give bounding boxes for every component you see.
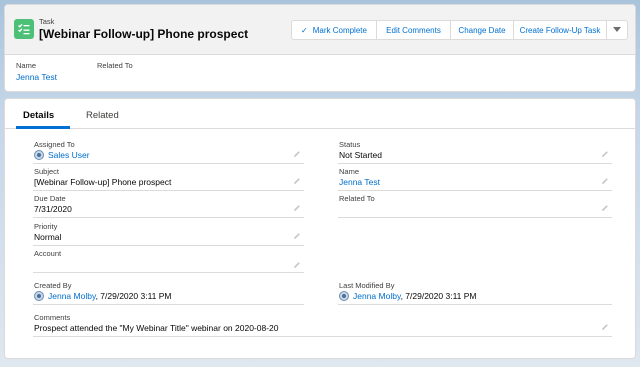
- highlight-name-link[interactable]: Jenna Test: [16, 72, 57, 82]
- field-last-modified-by: Last Modified By Jenna Molby, 7/29/2020 …: [338, 279, 612, 305]
- field-value: Not Started: [339, 150, 382, 160]
- field-value: Prospect attended the "My Webinar Title"…: [34, 323, 279, 333]
- mark-complete-button[interactable]: ✓ Mark Complete: [291, 20, 377, 40]
- field-label: Assigned To: [34, 140, 75, 149]
- field-assigned-to: Assigned To Sales User: [33, 138, 304, 164]
- record-title: [Webinar Follow-up] Phone prospect: [39, 27, 249, 41]
- field-label: Created By: [34, 281, 72, 290]
- field-label: Name: [339, 167, 360, 176]
- field-value: [Webinar Follow-up] Phone prospect: [34, 177, 172, 187]
- field-account: Account: [33, 247, 304, 273]
- edit-pencil-icon[interactable]: [293, 177, 301, 185]
- action-button-group: ✓ Mark Complete Edit Comments Change Dat…: [291, 20, 628, 40]
- create-follow-up-task-button[interactable]: Create Follow-Up Task: [513, 20, 607, 40]
- field-comments: Comments Prospect attended the "My Webin…: [33, 311, 612, 337]
- field-status: Status Not Started: [338, 138, 612, 164]
- active-tab-indicator: [16, 126, 70, 129]
- edit-pencil-icon[interactable]: [601, 150, 609, 158]
- more-actions-button[interactable]: [606, 20, 628, 40]
- edit-pencil-icon[interactable]: [601, 204, 609, 212]
- object-type-label: Task: [39, 17, 55, 26]
- edit-pencil-icon[interactable]: [293, 232, 301, 240]
- field-value: 7/31/2020: [34, 204, 72, 214]
- field-due-date: Due Date 7/31/2020: [33, 192, 304, 218]
- field-label: Status: [339, 140, 361, 149]
- edit-pencil-icon[interactable]: [293, 150, 301, 158]
- highlight-name-label: Name: [16, 61, 37, 70]
- checkmark-icon: ✓: [301, 25, 308, 35]
- details-card: Details Related Assigned To Sales User S…: [4, 98, 636, 359]
- field-label: Priority: [34, 222, 58, 231]
- field-label: Last Modified By: [339, 281, 395, 290]
- assigned-to-link[interactable]: Sales User: [48, 150, 90, 160]
- edit-pencil-icon[interactable]: [601, 177, 609, 185]
- last-modified-by-link[interactable]: Jenna Molby: [353, 291, 401, 301]
- tab-details[interactable]: Details: [23, 110, 54, 121]
- field-subject: Subject [Webinar Follow-up] Phone prospe…: [33, 165, 304, 191]
- field-value: Jenna Molby, 7/29/2020 3:11 PM: [339, 291, 477, 301]
- created-by-link[interactable]: Jenna Molby: [48, 291, 96, 301]
- field-label: Subject: [34, 167, 60, 176]
- chevron-down-icon: [613, 27, 621, 32]
- last-modified-date: , 7/29/2020 3:11 PM: [400, 291, 477, 301]
- field-value: Normal: [34, 232, 62, 242]
- edit-pencil-icon[interactable]: [601, 323, 609, 331]
- field-created-by: Created By Jenna Molby, 7/29/2020 3:11 P…: [33, 279, 304, 305]
- field-label: Related To: [339, 194, 375, 203]
- user-avatar-icon: [34, 291, 44, 301]
- field-value: Jenna Molby, 7/29/2020 3:11 PM: [34, 291, 172, 301]
- user-avatar-icon: [339, 291, 349, 301]
- edit-pencil-icon[interactable]: [293, 261, 301, 269]
- edit-pencil-icon[interactable]: [293, 204, 301, 212]
- tab-related[interactable]: Related: [86, 110, 119, 121]
- edit-comments-button[interactable]: Edit Comments: [376, 20, 451, 40]
- name-link[interactable]: Jenna Test: [339, 177, 380, 187]
- record-header: Task [Webinar Follow-up] Phone prospect …: [5, 5, 635, 55]
- created-date: , 7/29/2020 3:11 PM: [95, 291, 172, 301]
- highlight-related-to-label: Related To: [97, 61, 133, 70]
- field-name: Name Jenna Test: [338, 165, 612, 191]
- field-label: Comments: [34, 313, 71, 322]
- task-list-icon: [14, 19, 34, 39]
- mark-complete-label: Mark Complete: [312, 25, 367, 35]
- field-label: Account: [34, 249, 62, 258]
- tab-bar: Details Related: [5, 99, 635, 129]
- field-priority: Priority Normal: [33, 220, 304, 246]
- user-avatar-icon: [34, 150, 44, 160]
- field-label: Due Date: [34, 194, 66, 203]
- field-related-to: Related To: [338, 192, 612, 218]
- change-date-button[interactable]: Change Date: [450, 20, 514, 40]
- field-value: Sales User: [34, 150, 90, 160]
- record-highlights-panel: Task [Webinar Follow-up] Phone prospect …: [4, 4, 636, 92]
